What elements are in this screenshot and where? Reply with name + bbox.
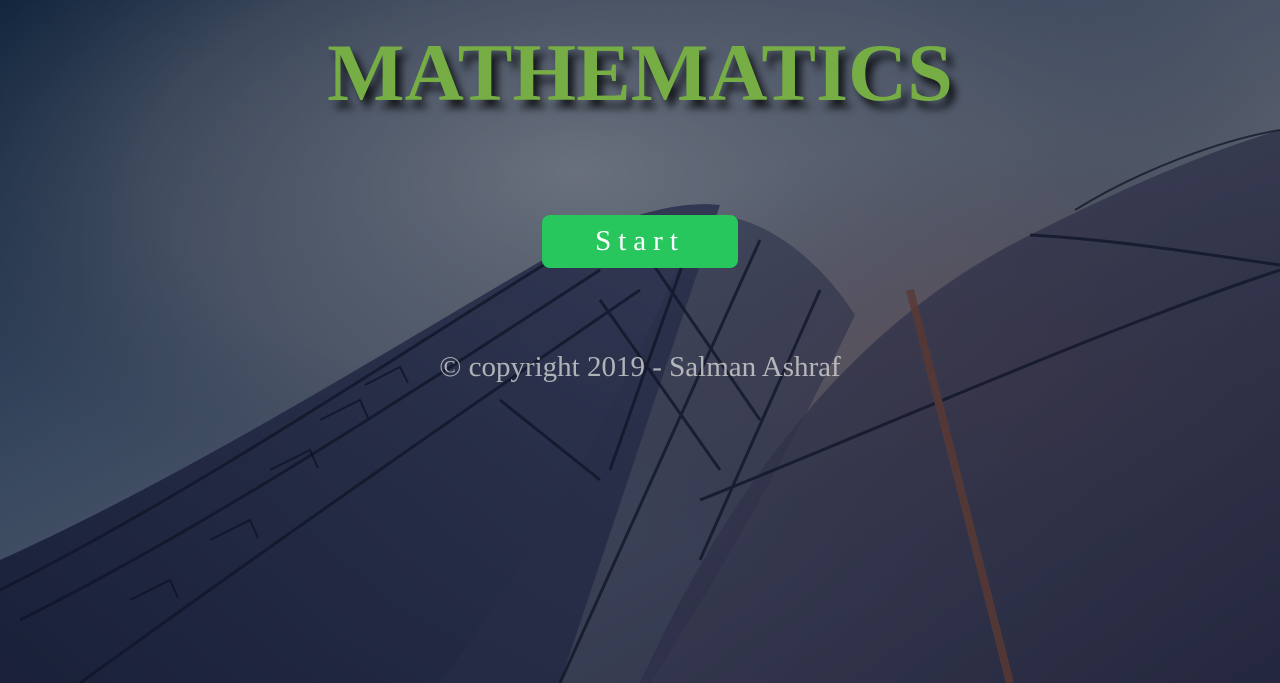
page-title: MATHEMATICS xyxy=(327,27,953,118)
start-button[interactable]: Start xyxy=(542,215,738,268)
copyright-text: © copyright 2019 - Salman Ashraf xyxy=(439,351,841,383)
